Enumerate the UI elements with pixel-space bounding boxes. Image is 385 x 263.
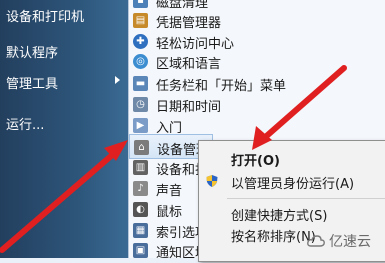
uac-shield-icon (206, 175, 218, 187)
watermark: 亿速云 (307, 229, 382, 253)
speaker-icon: ♪ (133, 181, 148, 196)
clock-icon: ◷ (133, 97, 148, 112)
context-separator (227, 198, 385, 199)
start-item-run[interactable]: 运行... (6, 114, 44, 133)
cloud-logo-icon (307, 235, 325, 247)
ease-of-access-icon: ✚ (133, 34, 148, 49)
disk-cleanup-icon: ▪ (133, 0, 148, 8)
context-item-open[interactable]: 打开(O) (199, 147, 385, 169)
watermark-text: 亿速云 (329, 234, 371, 250)
submenu-arrow-icon (115, 76, 120, 84)
start-menu-right-column: 设备和打印机 默认程序 管理工具 运行... (0, 0, 129, 258)
index-icon: ▦ (133, 223, 148, 238)
taskbar-icon: ▬ (133, 76, 148, 91)
start-item-admin-tools[interactable]: 管理工具 (6, 73, 58, 92)
device-manager-icon: ⌂ (134, 140, 149, 155)
start-item-devices-printers[interactable]: 设备和打印机 (6, 6, 84, 25)
start-item-default-programs[interactable]: 默认程序 (6, 42, 58, 61)
notification-area-icon: ▣ (133, 243, 148, 258)
getting-started-icon: ▶ (133, 118, 148, 133)
credential-manager-icon: ▤ (133, 13, 148, 28)
globe-icon: ◎ (133, 54, 148, 69)
context-item-run-as-admin[interactable]: 以管理员身份运行(A) (199, 170, 385, 192)
printer-icon: ▥ (133, 160, 148, 175)
context-item-create-shortcut[interactable]: 创建快捷方式(S) (199, 202, 385, 224)
mouse-icon: ◐ (133, 202, 148, 217)
